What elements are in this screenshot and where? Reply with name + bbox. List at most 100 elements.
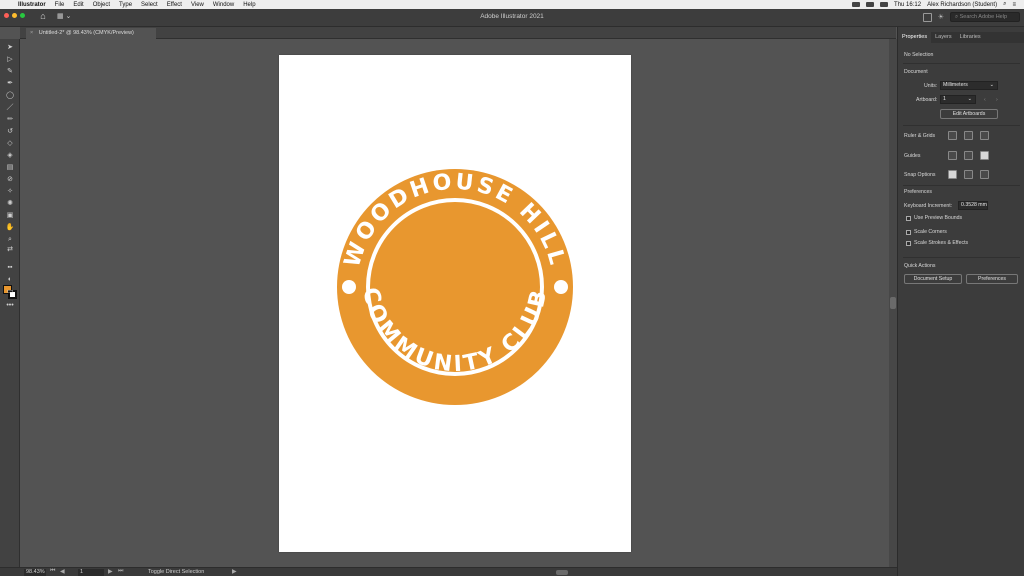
snap-to-point-icon[interactable] — [948, 170, 957, 179]
horizontal-scroll-thumb[interactable] — [556, 570, 568, 575]
edit-artboards-button[interactable]: Edit Artboards — [940, 109, 998, 119]
control-center-icon[interactable]: ≡ — [1012, 2, 1016, 8]
tab-libraries[interactable]: Libraries — [956, 32, 985, 43]
zoom-tool-icon[interactable]: ⌕ — [4, 235, 16, 244]
blend-tool-icon[interactable]: ✧ — [4, 187, 16, 196]
panel-divider — [903, 185, 1020, 186]
search-adobe-help-input[interactable]: ⌕ Search Adobe Help — [950, 12, 1020, 22]
menubar-status-area: Thu 16:12 Alex Richardson (Student) ⌕ ≡ — [852, 1, 1024, 8]
document-tab[interactable]: × Untitled-2* @ 98.43% (CMYK/Preview) — [26, 28, 156, 39]
direct-selection-tool-icon[interactable]: ▷ — [4, 55, 16, 64]
first-artboard-icon[interactable]: ⏮ — [50, 568, 55, 575]
arrange-documents-icon[interactable] — [922, 12, 932, 22]
units-dropdown[interactable]: Millimeters ⌄ — [940, 81, 998, 90]
artboard-number-field[interactable]: 1 — [78, 569, 104, 576]
shaper-tool-icon[interactable]: ✏ — [4, 115, 16, 124]
menu-file[interactable]: File — [51, 2, 70, 8]
last-artboard-icon[interactable]: ⏭ — [118, 568, 123, 575]
selection-status: No Selection — [904, 52, 934, 58]
show-guides-icon[interactable] — [948, 151, 957, 160]
vertical-scroll-thumb[interactable] — [890, 297, 896, 309]
magic-wand-tool-icon[interactable]: ✎ — [4, 67, 16, 76]
search-placeholder: Search Adobe Help — [959, 14, 1008, 20]
battery-icon[interactable] — [880, 2, 889, 7]
rulers-toggle-icon[interactable] — [948, 131, 957, 140]
next-artboard-icon[interactable]: › — [996, 97, 998, 103]
snap-options-label: Snap Options — [904, 172, 936, 178]
vertical-scrollbar[interactable] — [889, 39, 897, 567]
prev-artboard-icon[interactable]: ◀ — [60, 568, 65, 575]
edit-toolbar-icon[interactable]: ••• — [4, 301, 16, 310]
previous-artboard-icon[interactable]: ‹ — [984, 97, 986, 103]
smart-guides-icon[interactable] — [980, 151, 989, 160]
guides-label: Guides — [904, 153, 921, 159]
panel-divider — [903, 125, 1020, 126]
canvas-area[interactable]: WOODHOUSE HILL COMMUNITY CLUB — [20, 40, 889, 567]
use-preview-bounds-checkbox[interactable] — [906, 216, 911, 221]
app-title: Adobe Illustrator 2021 — [480, 13, 544, 20]
cloud-icon[interactable] — [852, 2, 861, 7]
artboard-label: Artboard: — [916, 97, 938, 103]
app-bar: ⌂ ▦ ⌄ Adobe Illustrator 2021 ☀ ⌕ Search … — [0, 9, 1024, 27]
eyedropper-tool-icon[interactable]: ⊘ — [4, 175, 16, 184]
hand-tool-icon[interactable]: ✋ — [4, 223, 16, 232]
tools-panel: ➤ ▷ ✎ ✒ ◯ ／ ✏ ↺ ◇ ◈ ▤ ⊘ ✧ ✺ ▣ ✋ ⌕ ⇄ ▪▪ ◐… — [0, 39, 20, 567]
shape-builder-tool-icon[interactable]: ◈ — [4, 151, 16, 160]
paintbrush-tool-icon[interactable]: ／ — [4, 103, 16, 112]
wifi-icon[interactable] — [866, 2, 875, 7]
color-mode-icon[interactable]: ▪▪ — [4, 263, 16, 272]
units-label: Units: — [924, 83, 938, 89]
menubar-user[interactable]: Alex Richardson (Student) — [927, 2, 997, 8]
transparency-grid-icon[interactable] — [980, 131, 989, 140]
artboard-dropdown[interactable]: 1 ⌄ — [940, 95, 976, 104]
status-bar: 98.43% ⏮ ◀ 1 ▶ ⏭ Toggle Direct Selection… — [0, 567, 897, 576]
tab-properties[interactable]: Properties — [898, 32, 932, 43]
ellipse-tool-icon[interactable]: ◯ — [4, 91, 16, 100]
close-tab-icon[interactable]: × — [30, 30, 33, 36]
pen-tool-icon[interactable]: ✒ — [4, 79, 16, 88]
menu-window[interactable]: Window — [209, 2, 239, 8]
document-setup-button[interactable]: Document Setup — [904, 274, 962, 284]
spotlight-icon[interactable]: ⌕ — [1003, 1, 1006, 8]
gradient-tool-icon[interactable]: ▤ — [4, 163, 16, 172]
discover-icon[interactable]: ☀ — [938, 13, 944, 21]
snap-to-glyph-icon[interactable] — [980, 170, 989, 179]
selection-tool-icon[interactable]: ➤ — [4, 43, 16, 52]
menu-view[interactable]: View — [187, 2, 209, 8]
document-heading: Document — [904, 69, 928, 75]
ruler-grids-label: Ruler & Grids — [904, 133, 936, 139]
properties-panel: Properties Layers Libraries No Selection… — [897, 27, 1024, 576]
rotate-tool-icon[interactable]: ↺ — [4, 127, 16, 136]
menu-edit[interactable]: Edit — [69, 2, 88, 8]
lock-guides-icon[interactable] — [964, 151, 973, 160]
menu-select[interactable]: Select — [137, 2, 163, 8]
menu-app-name[interactable]: Illustrator — [14, 2, 51, 8]
keyboard-increment-field[interactable]: 0.3528 mm — [958, 201, 988, 210]
scale-strokes-label: Scale Strokes & Effects — [914, 240, 969, 246]
screen-mode-icon[interactable]: ▭ — [4, 287, 16, 296]
status-text[interactable]: Toggle Direct Selection — [148, 569, 204, 575]
tab-layers[interactable]: Layers — [931, 32, 956, 43]
menubar-clock[interactable]: Thu 16:12 — [894, 2, 921, 8]
artboard[interactable]: WOODHOUSE HILL COMMUNITY CLUB — [279, 55, 631, 552]
next-artboard-icon[interactable]: ▶ — [108, 568, 113, 575]
symbol-sprayer-tool-icon[interactable]: ✺ — [4, 199, 16, 208]
eraser-tool-icon[interactable]: ◇ — [4, 139, 16, 148]
artboard-tool-icon[interactable]: ▣ — [4, 211, 16, 220]
menu-help[interactable]: Help — [239, 2, 260, 8]
status-menu-icon[interactable]: ▶ — [232, 568, 237, 575]
menu-effect[interactable]: Effect — [163, 2, 187, 8]
quick-actions-heading: Quick Actions — [904, 263, 936, 269]
grid-toggle-icon[interactable] — [964, 131, 973, 140]
scale-corners-checkbox[interactable] — [906, 230, 911, 235]
community-club-logo[interactable]: WOODHOUSE HILL COMMUNITY CLUB — [279, 55, 631, 552]
document-tab-bar: × Untitled-2* @ 98.43% (CMYK/Preview) — [20, 27, 896, 39]
menu-object[interactable]: Object — [89, 2, 115, 8]
preferences-button[interactable]: Preferences — [966, 274, 1018, 284]
snap-to-pixel-icon[interactable] — [964, 170, 973, 179]
scale-strokes-checkbox[interactable] — [906, 241, 911, 246]
draw-mode-icon[interactable]: ◐ — [4, 275, 16, 284]
menu-type[interactable]: Type — [115, 2, 137, 8]
swap-fill-stroke-icon[interactable]: ⇄ — [4, 245, 16, 254]
zoom-level-field[interactable]: 98.43% — [24, 569, 46, 576]
